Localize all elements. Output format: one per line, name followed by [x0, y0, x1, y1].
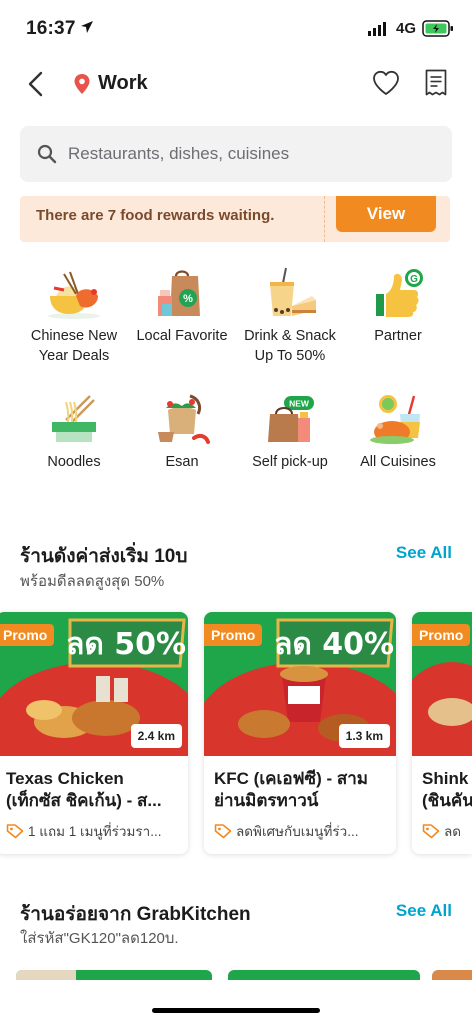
offer-text: ลดพิเศษกับเมนูที่ร่ว...: [236, 824, 359, 839]
thumbs-up-icon: G: [376, 269, 423, 317]
restaurant-name: Texas Chicken (เท็กซัส ชิคเก้น) - ส...: [6, 768, 182, 812]
distance-badge: 2.4 km: [130, 724, 182, 748]
restaurant-card[interactable]: ลด 40% Promo 1.3 km KFC (เคเอฟซี) - สาม …: [204, 612, 396, 854]
ticket-divider: [324, 196, 325, 242]
category-local-favorite[interactable]: % Local Favorite: [127, 266, 237, 346]
restaurant-image: ลด 50% Promo 2.4 km: [0, 612, 188, 756]
see-all-link[interactable]: See All: [396, 543, 452, 563]
location-pin-icon: [74, 74, 90, 94]
category-label: Partner: [374, 328, 422, 344]
discount-banner: ลด 50%: [66, 627, 186, 662]
category-label: Drink & Snack: [244, 328, 336, 344]
section-subtitle: พร้อมดีลลดสูงสุด 50%: [20, 573, 165, 590]
rewards-text: There are 7 food rewards waiting.: [36, 207, 275, 224]
category-label: Self pick-up: [252, 454, 328, 470]
new-badge: NEW: [289, 399, 310, 409]
status-time: 16:37: [26, 18, 76, 39]
search-input[interactable]: [68, 140, 438, 168]
category-chinese-new-year[interactable]: Chinese New Year Deals: [19, 266, 129, 366]
tag-icon: [422, 824, 440, 839]
order-history-receipt-icon[interactable]: [425, 69, 447, 97]
rewards-banner[interactable]: There are 7 food rewards waiting. View: [20, 196, 450, 242]
favorites-heart-icon[interactable]: [372, 70, 400, 96]
category-label-line2: Year Deals: [38, 348, 110, 364]
restaurant-image: Promo: [412, 612, 472, 756]
restaurant-card[interactable]: ลด 50% Promo 2.4 km Texas Chicken (เท็กซ…: [0, 612, 188, 854]
bottom-safe-area: [0, 980, 472, 1024]
back-arrow-icon[interactable]: [24, 70, 48, 98]
restaurant-name-line1: Texas Chicken: [6, 769, 124, 788]
promo-tag: Promo: [412, 624, 471, 646]
restaurant-name-line2: ย่านมิตรทาวน์: [214, 791, 319, 810]
category-self-pickup[interactable]: NEW Self pick-up: [235, 392, 345, 472]
category-noodles[interactable]: Noodles: [19, 392, 129, 472]
restaurant-name: KFC (เคเอฟซี) - สาม ย่านมิตรทาวน์: [214, 768, 390, 812]
search-icon: [37, 144, 57, 164]
category-label: Chinese New: [30, 328, 118, 344]
chinese-food-icon: [48, 271, 100, 319]
header: Work: [0, 58, 472, 110]
svg-text:G: G: [410, 274, 418, 285]
category-label: All Cuisines: [360, 454, 436, 470]
signal-icon: [368, 22, 386, 36]
battery-icon: [422, 20, 453, 37]
category-label: Local Favorite: [136, 328, 228, 344]
offer-row: ลด: [422, 820, 472, 842]
promo-tag: Promo: [0, 624, 55, 646]
location-label[interactable]: Work: [98, 72, 148, 95]
category-drink-snack[interactable]: Drink & Snack Up To 50%: [235, 266, 345, 366]
tag-icon: [214, 824, 232, 839]
svg-text:%: %: [183, 293, 193, 305]
see-all-link[interactable]: See All: [396, 901, 452, 921]
restaurant-name-line2: (เท็กซัส ชิคเก้น) - ส...: [6, 791, 162, 810]
shopping-bag-icon: %: [158, 270, 200, 316]
restaurant-name: Shink (ชินคัน: [422, 768, 472, 812]
restaurant-name-line2: (ชินคัน: [422, 791, 472, 810]
restaurant-name-line1: Shink: [422, 769, 469, 788]
category-label: Esan: [165, 454, 199, 470]
pickup-bag-icon: NEW: [268, 396, 314, 442]
tag-icon: [6, 824, 24, 839]
restaurant-card[interactable]: Promo Shink (ชินคัน ลด: [412, 612, 472, 854]
offer-row: 1 แถม 1 เมนูที่ร่วมรา...: [6, 820, 184, 842]
restaurant-name-line1: KFC (เคเอฟซี) - สาม: [214, 769, 368, 788]
search-bar[interactable]: [20, 126, 452, 182]
discount-banner: ลด 40%: [274, 627, 394, 662]
network-type: 4G: [396, 20, 417, 37]
esan-icon: [158, 394, 210, 444]
section-title: ร้านอร่อยจาก GrabKitchen: [20, 904, 251, 925]
restaurant-image: ลด 40% Promo 1.3 km: [204, 612, 396, 756]
offer-text: ลด: [444, 824, 462, 839]
section-title: ร้านดังค่าส่งเริ่ม 10บ: [20, 546, 188, 567]
category-partner[interactable]: G Partner: [343, 266, 453, 346]
category-label: Noodles: [47, 454, 101, 470]
drink-snack-icon: [270, 267, 316, 316]
location-arrow-icon: [81, 21, 93, 33]
noodles-icon: [52, 395, 96, 442]
offer-row: ลดพิเศษกับเมนูที่ร่ว...: [214, 820, 392, 842]
promo-tag: Promo: [204, 624, 263, 646]
category-label-line2: Up To 50%: [254, 348, 326, 364]
category-esan[interactable]: Esan: [127, 392, 237, 472]
section-subtitle: ใส่รหัส"GK120"ลด120บ.: [20, 930, 179, 947]
offer-text: 1 แถม 1 เมนูที่ร่วมรา...: [28, 824, 162, 839]
category-all-cuisines[interactable]: All Cuisines: [343, 392, 453, 472]
home-indicator[interactable]: [152, 1008, 320, 1013]
view-rewards-button[interactable]: View: [336, 196, 436, 232]
distance-badge: 1.3 km: [338, 724, 390, 748]
cuisines-icon: [370, 395, 420, 444]
status-bar: 16:37 4G: [0, 0, 472, 58]
